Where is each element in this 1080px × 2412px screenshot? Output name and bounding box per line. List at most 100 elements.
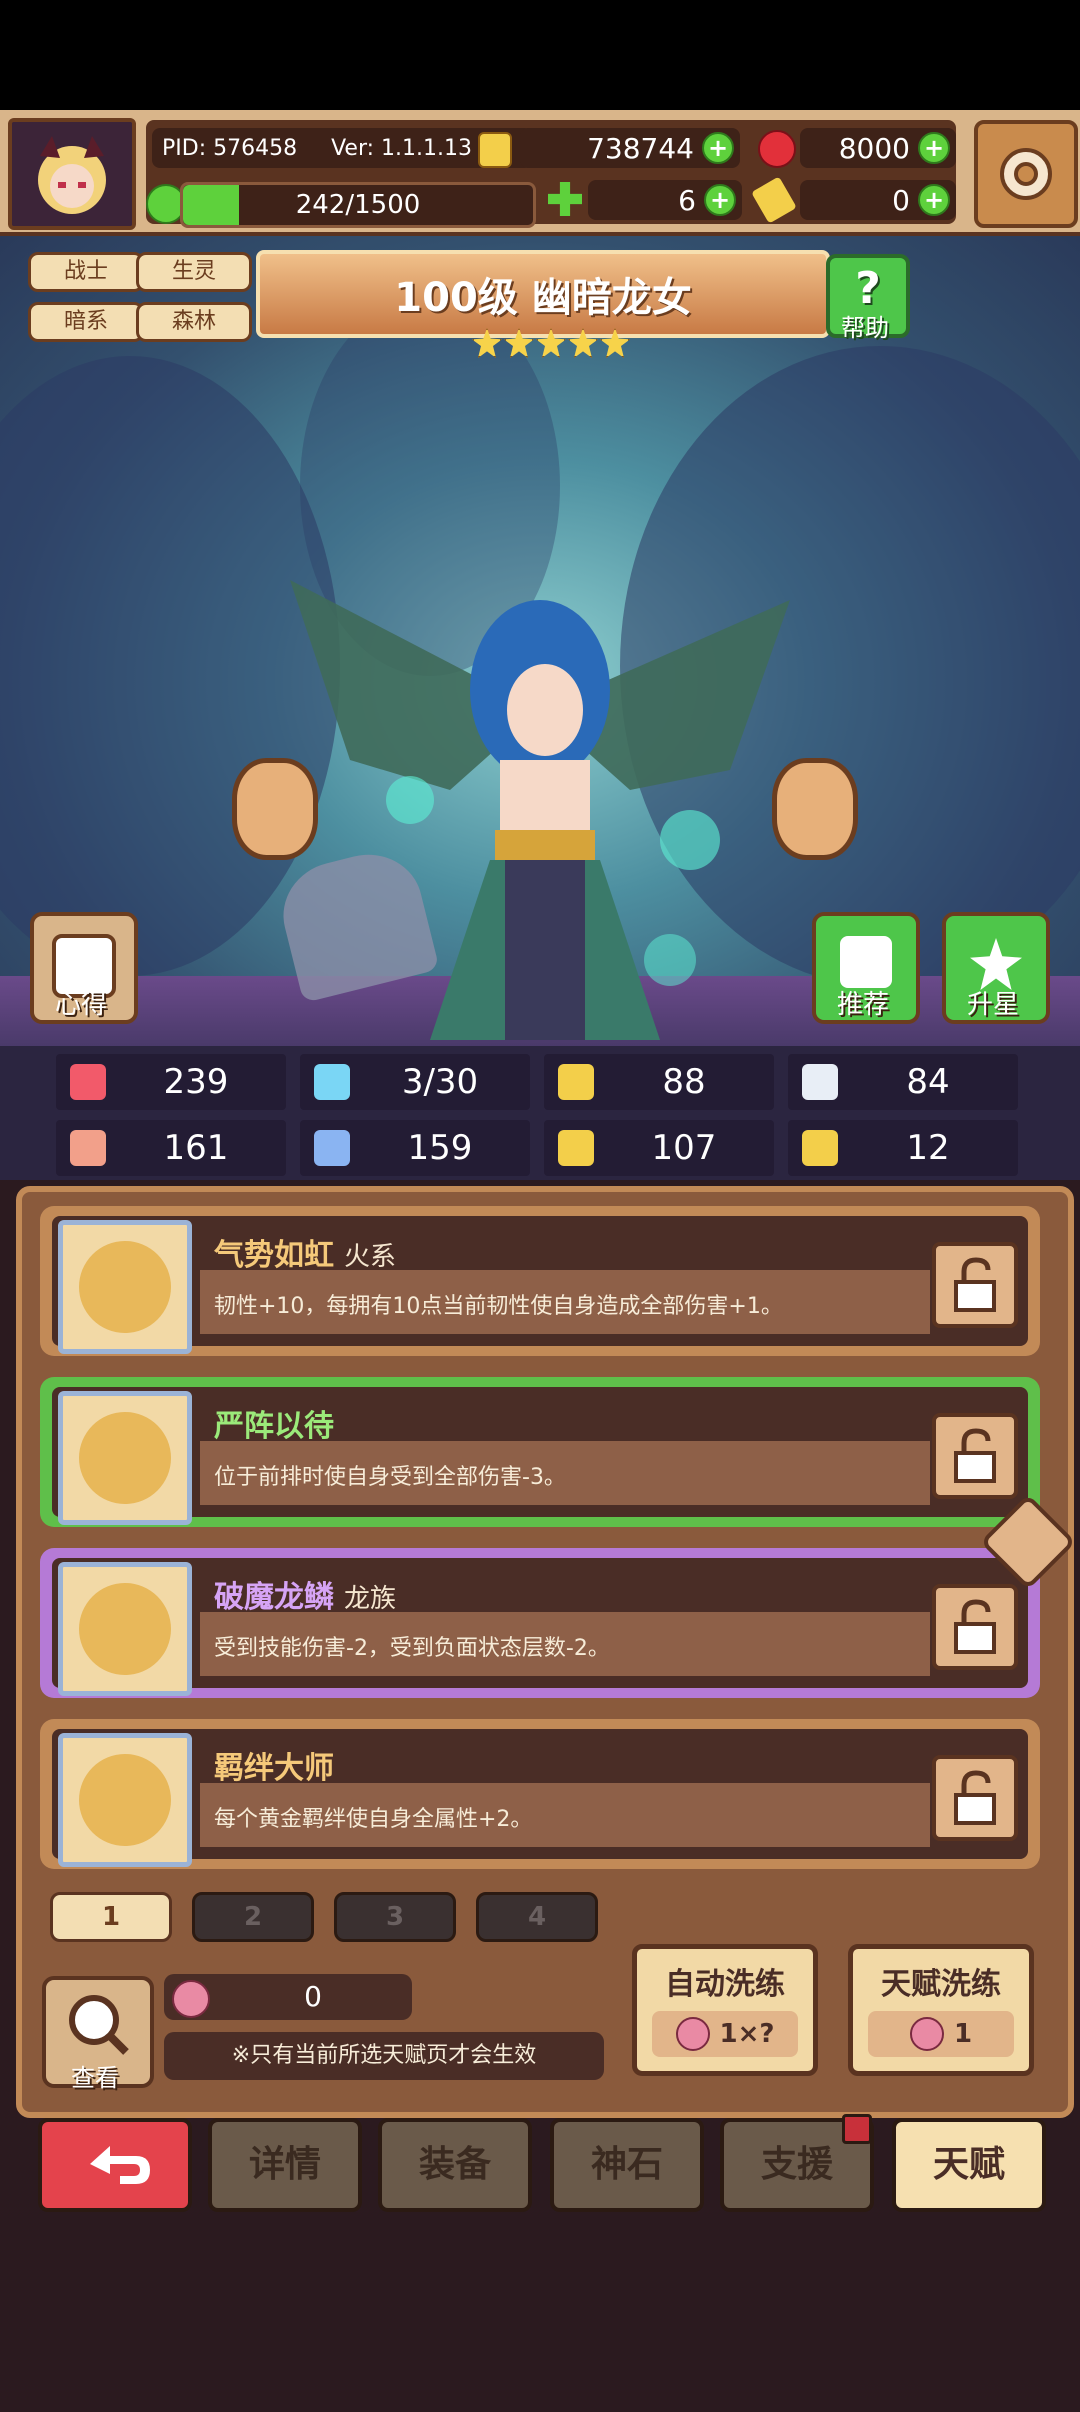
- talent-icon: [79, 1583, 171, 1675]
- talent-icon-frame: [58, 1220, 192, 1354]
- stat-cell: 12: [788, 1120, 1018, 1176]
- stat-cell: 84: [788, 1054, 1018, 1110]
- lock-button[interactable]: [932, 1242, 1018, 1328]
- talent-page-tab-4[interactable]: 4: [476, 1892, 598, 1942]
- stat-cell: 239: [56, 1054, 286, 1110]
- talent-icon: [79, 1412, 171, 1504]
- back-arrow-icon: [90, 2146, 150, 2184]
- hammer-value: 0: [892, 183, 910, 217]
- talent-card[interactable]: 气势如虹 火系韧性+10，每拥有10点当前韧性使自身造成全部伤害+1。: [40, 1206, 1040, 1356]
- talent-title-bar: 气势如虹 火系: [200, 1226, 930, 1273]
- heart-icon: [70, 1064, 106, 1100]
- talent-card[interactable]: 羁绊大师每个黄金羁绊使自身全属性+2。: [40, 1719, 1040, 1869]
- wing-icon: [802, 1064, 838, 1100]
- help-label: 帮助: [841, 314, 889, 342]
- talent-description-bar: 位于前排时使自身受到全部伤害-3。: [200, 1441, 930, 1505]
- nav-details[interactable]: 详情: [208, 2118, 362, 2212]
- talent-description-bar: 每个黄金羁绊使自身全属性+2。: [200, 1783, 930, 1847]
- stat-cell: 161: [56, 1120, 286, 1176]
- talent-refine-button[interactable]: 天赋洗练 1: [848, 1944, 1034, 2076]
- stat-value: 3/30: [401, 1062, 479, 1102]
- tag-creature: 生灵: [136, 252, 252, 292]
- lock-button[interactable]: [932, 1755, 1018, 1841]
- add-gold-button[interactable]: +: [702, 132, 734, 164]
- tag-forest: 森林: [136, 302, 252, 342]
- add-gem-button[interactable]: +: [918, 132, 950, 164]
- gold-value: 738744: [587, 131, 694, 165]
- stat-value: 84: [906, 1062, 950, 1102]
- nav-talent[interactable]: 天赋: [892, 2118, 1046, 2212]
- energy-value: 242/1500: [295, 190, 421, 220]
- add-clover-button[interactable]: +: [704, 184, 736, 216]
- talent-subtitle: 龙族: [344, 1584, 397, 1614]
- auto-refine-button[interactable]: 自动洗练 1×?: [632, 1944, 818, 2076]
- talent-description: 位于前排时使自身受到全部伤害-3。: [214, 1465, 566, 1490]
- padlock-icon: [954, 1257, 996, 1312]
- stat-cell: 107: [544, 1120, 774, 1176]
- thumbs-up-icon: [840, 936, 892, 988]
- peach-icon: [909, 2017, 944, 2051]
- peach-icon: [675, 2017, 710, 2051]
- version-label: Ver: 1.1.1.13: [331, 135, 472, 161]
- stat-cell: 3/30: [300, 1054, 530, 1110]
- stat-value: 12: [906, 1128, 950, 1168]
- talent-refine-cost: 1: [953, 2019, 973, 2049]
- padlock-icon: [954, 1428, 996, 1483]
- talent-icon: [79, 1754, 171, 1846]
- star-icon: [970, 938, 1022, 990]
- refine-item-counter: 0: [164, 1974, 412, 2020]
- add-hammer-button[interactable]: +: [918, 184, 950, 216]
- hero-star-rating: [472, 328, 630, 358]
- refine-item-count: 0: [304, 1980, 322, 2013]
- shield-icon: [558, 1064, 594, 1100]
- stats-grid: 239 3/30 88 84 161 159 107 12: [56, 1054, 1026, 1178]
- back-button[interactable]: [38, 2118, 192, 2212]
- hero-title-banner: 100级 幽暗龙女: [256, 250, 830, 338]
- padlock-icon: [954, 1770, 996, 1825]
- talent-description-bar: 受到技能伤害-2，受到负面状态层数-2。: [200, 1612, 930, 1676]
- tag-warrior: 战士: [28, 252, 144, 292]
- lock-button[interactable]: [932, 1584, 1018, 1670]
- auto-refine-label: 自动洗练: [665, 1967, 785, 2002]
- status-bar-area: [0, 0, 1080, 110]
- red-gem-icon: [758, 130, 796, 168]
- book-icon: [314, 1130, 350, 1166]
- gold-coin-icon: [478, 132, 512, 168]
- active-page-note: ※只有当前所选天赋页才会生效: [164, 2032, 604, 2080]
- talent-card[interactable]: 破魔龙鳞 龙族受到技能伤害-2，受到负面状态层数-2。: [40, 1548, 1040, 1698]
- talent-subtitle: 火系: [344, 1242, 397, 1272]
- pid-version-row: PID: 576458 Ver: 1.1.1.13: [152, 128, 532, 168]
- stat-value: 239: [163, 1062, 229, 1102]
- stat-value: 161: [163, 1128, 229, 1168]
- lock-button[interactable]: [932, 1413, 1018, 1499]
- settings-button[interactable]: [974, 120, 1078, 228]
- view-label: 查看: [71, 2064, 119, 2092]
- talent-icon: [79, 1241, 171, 1333]
- talent-page-tab-2[interactable]: 2: [192, 1892, 314, 1942]
- talent-description: 韧性+10，每拥有10点当前韧性使自身造成全部伤害+1。: [214, 1294, 783, 1319]
- talent-page-tab-1[interactable]: 1: [50, 1892, 172, 1942]
- talent-title-bar: 羁绊大师: [200, 1739, 930, 1786]
- stat-value: 88: [662, 1062, 706, 1102]
- talent-card[interactable]: 严阵以待 位于前排时使自身受到全部伤害-3。: [40, 1377, 1040, 1527]
- notification-badge: [842, 2114, 872, 2144]
- player-avatar[interactable]: [8, 118, 136, 230]
- peach-icon: [172, 1980, 210, 2018]
- nav-divine-stone[interactable]: 神石: [550, 2118, 704, 2212]
- talent-icon-frame: [58, 1391, 192, 1525]
- player-id: PID: 576458: [162, 135, 298, 161]
- fist-icon: [70, 1130, 106, 1166]
- gem-value: 8000: [838, 131, 910, 165]
- tag-dark: 暗系: [28, 302, 144, 342]
- hero-title: 100级 幽暗龙女: [394, 275, 692, 321]
- upgrade-star-label: 升星: [966, 990, 1019, 1020]
- talent-page-tab-3[interactable]: 3: [334, 1892, 456, 1942]
- clover-counter: 6 +: [588, 180, 742, 220]
- energy-bar: 242/1500: [180, 182, 536, 228]
- talent-title-bar: 破魔龙鳞 龙族: [200, 1568, 930, 1615]
- talent-description: 受到技能伤害-2，受到负面状态层数-2。: [214, 1636, 610, 1661]
- insight-label: 心得: [54, 990, 107, 1020]
- nav-equipment[interactable]: 装备: [378, 2118, 532, 2212]
- talent-description: 每个黄金羁绊使自身全属性+2。: [214, 1807, 533, 1832]
- hammer-counter: 0 +: [800, 180, 956, 220]
